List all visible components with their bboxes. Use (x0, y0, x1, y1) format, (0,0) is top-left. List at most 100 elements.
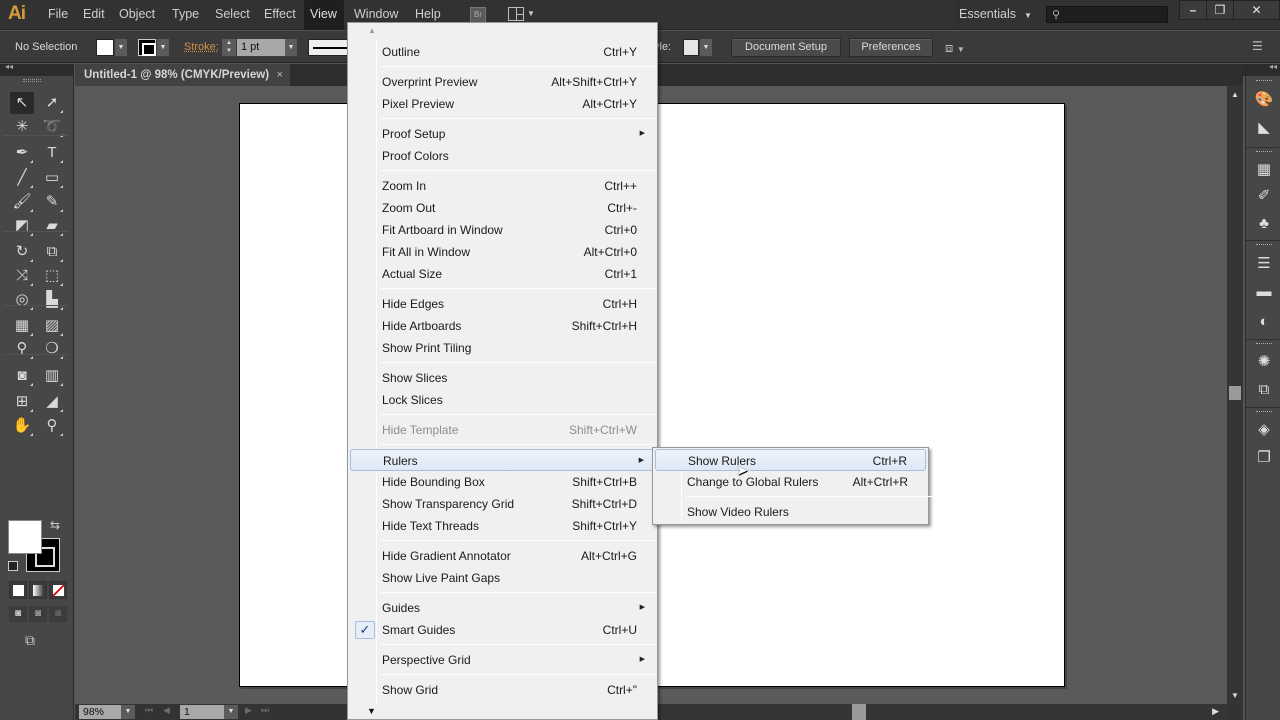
slice-tool[interactable]: ◢ (40, 391, 64, 413)
rectangle-tool[interactable]: ▭ (40, 167, 64, 189)
stroke-color-swatch[interactable] (138, 39, 156, 56)
menu-item-actual-size[interactable]: Actual Size Ctrl+1 (350, 263, 655, 285)
menu-item-show-transparency-grid[interactable]: Show Transparency Grid Shift+Ctrl+D (350, 493, 655, 515)
stroke-weight-stepper[interactable]: ▲ ▼ (222, 39, 236, 56)
free-transform-tool[interactable]: ⬚ (40, 265, 64, 287)
menu-item-guides[interactable]: Guides ▶ (350, 597, 655, 619)
menu-item-hide-edges[interactable]: Hide Edges Ctrl+H (350, 293, 655, 315)
pencil-tool[interactable]: ✎ (40, 191, 64, 213)
help-search-input[interactable]: ⚲ (1046, 6, 1168, 23)
horizontal-scrollbar[interactable]: ▶ (654, 704, 1227, 720)
shape-builder-tool[interactable]: ◎ (10, 289, 34, 311)
restore-button[interactable]: ❐ (1206, 0, 1234, 20)
column-graph-tool[interactable]: ▥ (40, 365, 64, 387)
scale-tool[interactable]: ⧉ (40, 241, 64, 263)
expand-panels-icon[interactable]: ◂◂ (1269, 62, 1277, 71)
menu-item-show-grid[interactable]: Show Grid Ctrl+" (350, 679, 655, 701)
menu-item-outline[interactable]: Outline Ctrl+Y (350, 41, 655, 63)
brushes-panel-icon[interactable]: ✐ (1254, 186, 1274, 206)
hand-tool[interactable]: ✋ (10, 415, 34, 437)
draw-inside-button[interactable]: ◙ (49, 606, 67, 622)
appearance-panel-icon[interactable]: ✺ (1254, 352, 1274, 372)
rotate-tool[interactable]: ↻ (10, 241, 34, 263)
workspace-switcher[interactable]: Essentials ▼ (958, 0, 1032, 30)
panel-group-grip[interactable] (1256, 411, 1272, 414)
none-mode-button[interactable] (49, 581, 67, 599)
stroke-dropdown-arrow[interactable]: ▼ (157, 39, 169, 56)
align-objects-icon[interactable]: ⧈ ▼ (945, 40, 965, 56)
menu-effect[interactable]: Effect (258, 0, 302, 30)
default-fill-stroke-icon[interactable] (8, 561, 18, 571)
eraser-tool[interactable]: ▰ (40, 215, 64, 237)
selection-tool[interactable]: ↖ (10, 92, 34, 114)
color-mode-button[interactable] (9, 581, 27, 599)
menu-item-fit-artboard-in-window[interactable]: Fit Artboard in Window Ctrl+0 (350, 219, 655, 241)
variable-width-profile[interactable] (308, 39, 350, 56)
vertical-scrollbar[interactable]: ▲ ▼ (1227, 86, 1243, 704)
menu-item-hide-gradient-annotator[interactable]: Hide Gradient Annotator Alt+Ctrl+G (350, 545, 655, 567)
menu-item-overprint-preview[interactable]: Overprint Preview Alt+Shift+Ctrl+Y (350, 71, 655, 93)
first-artboard-icon[interactable]: ⏮ (145, 705, 153, 716)
graphic-style-dropdown[interactable]: ▼ (700, 39, 712, 56)
menu-item-change-to-global-rulers[interactable]: Change to Global Rulers Alt+Ctrl+R (655, 471, 926, 493)
menu-item-show-rulers[interactable]: Show Rulers Ctrl+R (655, 449, 926, 471)
collapse-icon[interactable]: ◂◂ (5, 62, 13, 71)
mesh-tool[interactable]: ▦ (10, 315, 34, 337)
horizontal-scroll-thumb[interactable] (852, 704, 866, 720)
stroke-panel-link[interactable]: Stroke: (184, 41, 219, 53)
menu-item-smart-guides[interactable]: ✓ Smart Guides Ctrl+U (350, 619, 655, 641)
arrange-documents-button[interactable]: ▼ (508, 7, 538, 23)
symbol-sprayer-tool[interactable]: ◙ (10, 365, 34, 387)
menu-select[interactable]: Select (209, 0, 256, 30)
artboards-panel-icon[interactable]: ❐ (1254, 448, 1274, 468)
menu-item-zoom-out[interactable]: Zoom Out Ctrl+- (350, 197, 655, 219)
panel-group-grip[interactable] (1256, 80, 1272, 83)
symbols-panel-icon[interactable]: ♣ (1254, 214, 1274, 234)
zoom-tool[interactable]: ⚲ (40, 415, 64, 437)
menu-scroll-down-icon[interactable]: ▼ (367, 706, 376, 716)
fill-color-swatch[interactable] (96, 39, 114, 56)
swap-fill-stroke-icon[interactable]: ⇆ (50, 518, 60, 532)
fill-swatch[interactable] (8, 520, 42, 554)
blend-tool[interactable]: ❍ (40, 338, 64, 360)
menu-object[interactable]: Object (113, 0, 161, 30)
zoom-level-input[interactable]: 98% (79, 705, 121, 719)
graphic-style-swatch[interactable] (683, 39, 699, 56)
panel-group-grip[interactable] (1256, 244, 1272, 247)
menu-item-show-live-paint-gaps[interactable]: Show Live Paint Gaps (350, 567, 655, 589)
menu-view[interactable]: View (304, 0, 344, 30)
next-artboard-icon[interactable]: ▶ (245, 705, 252, 716)
direct-selection-tool[interactable]: ➚ (40, 92, 64, 114)
menu-item-pixel-preview[interactable]: Pixel Preview Alt+Ctrl+Y (350, 93, 655, 115)
draw-behind-button[interactable]: ◙ (29, 606, 47, 622)
menu-item-hide-artboards[interactable]: Hide Artboards Shift+Ctrl+H (350, 315, 655, 337)
close-tab-icon[interactable]: × (277, 64, 283, 86)
layers-panel-icon[interactable]: ◈ (1254, 420, 1274, 440)
transparency-panel-icon[interactable]: ◐ (1254, 312, 1274, 332)
scroll-down-icon[interactable]: ▼ (1231, 691, 1239, 700)
zoom-dropdown-arrow[interactable]: ▼ (121, 705, 135, 719)
menu-item-hide-bounding-box[interactable]: Hide Bounding Box Shift+Ctrl+B (350, 471, 655, 493)
line-segment-tool[interactable]: ╱ (10, 167, 34, 189)
menu-item-rulers[interactable]: Rulers ▶ (350, 449, 655, 471)
gradient-panel-icon[interactable]: ▬ (1254, 282, 1274, 302)
gradient-mode-button[interactable] (29, 581, 47, 599)
menu-scroll-up-icon[interactable]: ▲ (368, 26, 376, 35)
color-guide-panel-icon[interactable]: ◣ (1254, 118, 1274, 138)
menu-item-show-print-tiling[interactable]: Show Print Tiling (350, 337, 655, 359)
scroll-up-icon[interactable]: ▲ (1231, 90, 1239, 99)
menu-type[interactable]: Type (166, 0, 205, 30)
menu-file[interactable]: File (42, 0, 74, 30)
pen-tool[interactable]: ✒ (10, 142, 34, 164)
menu-item-show-video-rulers[interactable]: Show Video Rulers (655, 501, 926, 523)
menu-item-proof-setup[interactable]: Proof Setup ▶ (350, 123, 655, 145)
panel-menu-icon[interactable]: ☰ (1252, 39, 1263, 53)
menu-item-fit-all-in-window[interactable]: Fit All in Window Alt+Ctrl+0 (350, 241, 655, 263)
stroke-weight-dropdown[interactable]: ▼ (285, 39, 297, 56)
menu-item-show-slices[interactable]: Show Slices (350, 367, 655, 389)
graphic-styles-panel-icon[interactable]: ⧉ (1254, 380, 1274, 400)
menu-item-perspective-grid[interactable]: Perspective Grid ▶ (350, 649, 655, 671)
panel-group-grip[interactable] (1256, 151, 1272, 154)
swatches-panel-icon[interactable]: ▦ (1254, 160, 1274, 180)
preferences-button[interactable]: Preferences (849, 38, 933, 57)
